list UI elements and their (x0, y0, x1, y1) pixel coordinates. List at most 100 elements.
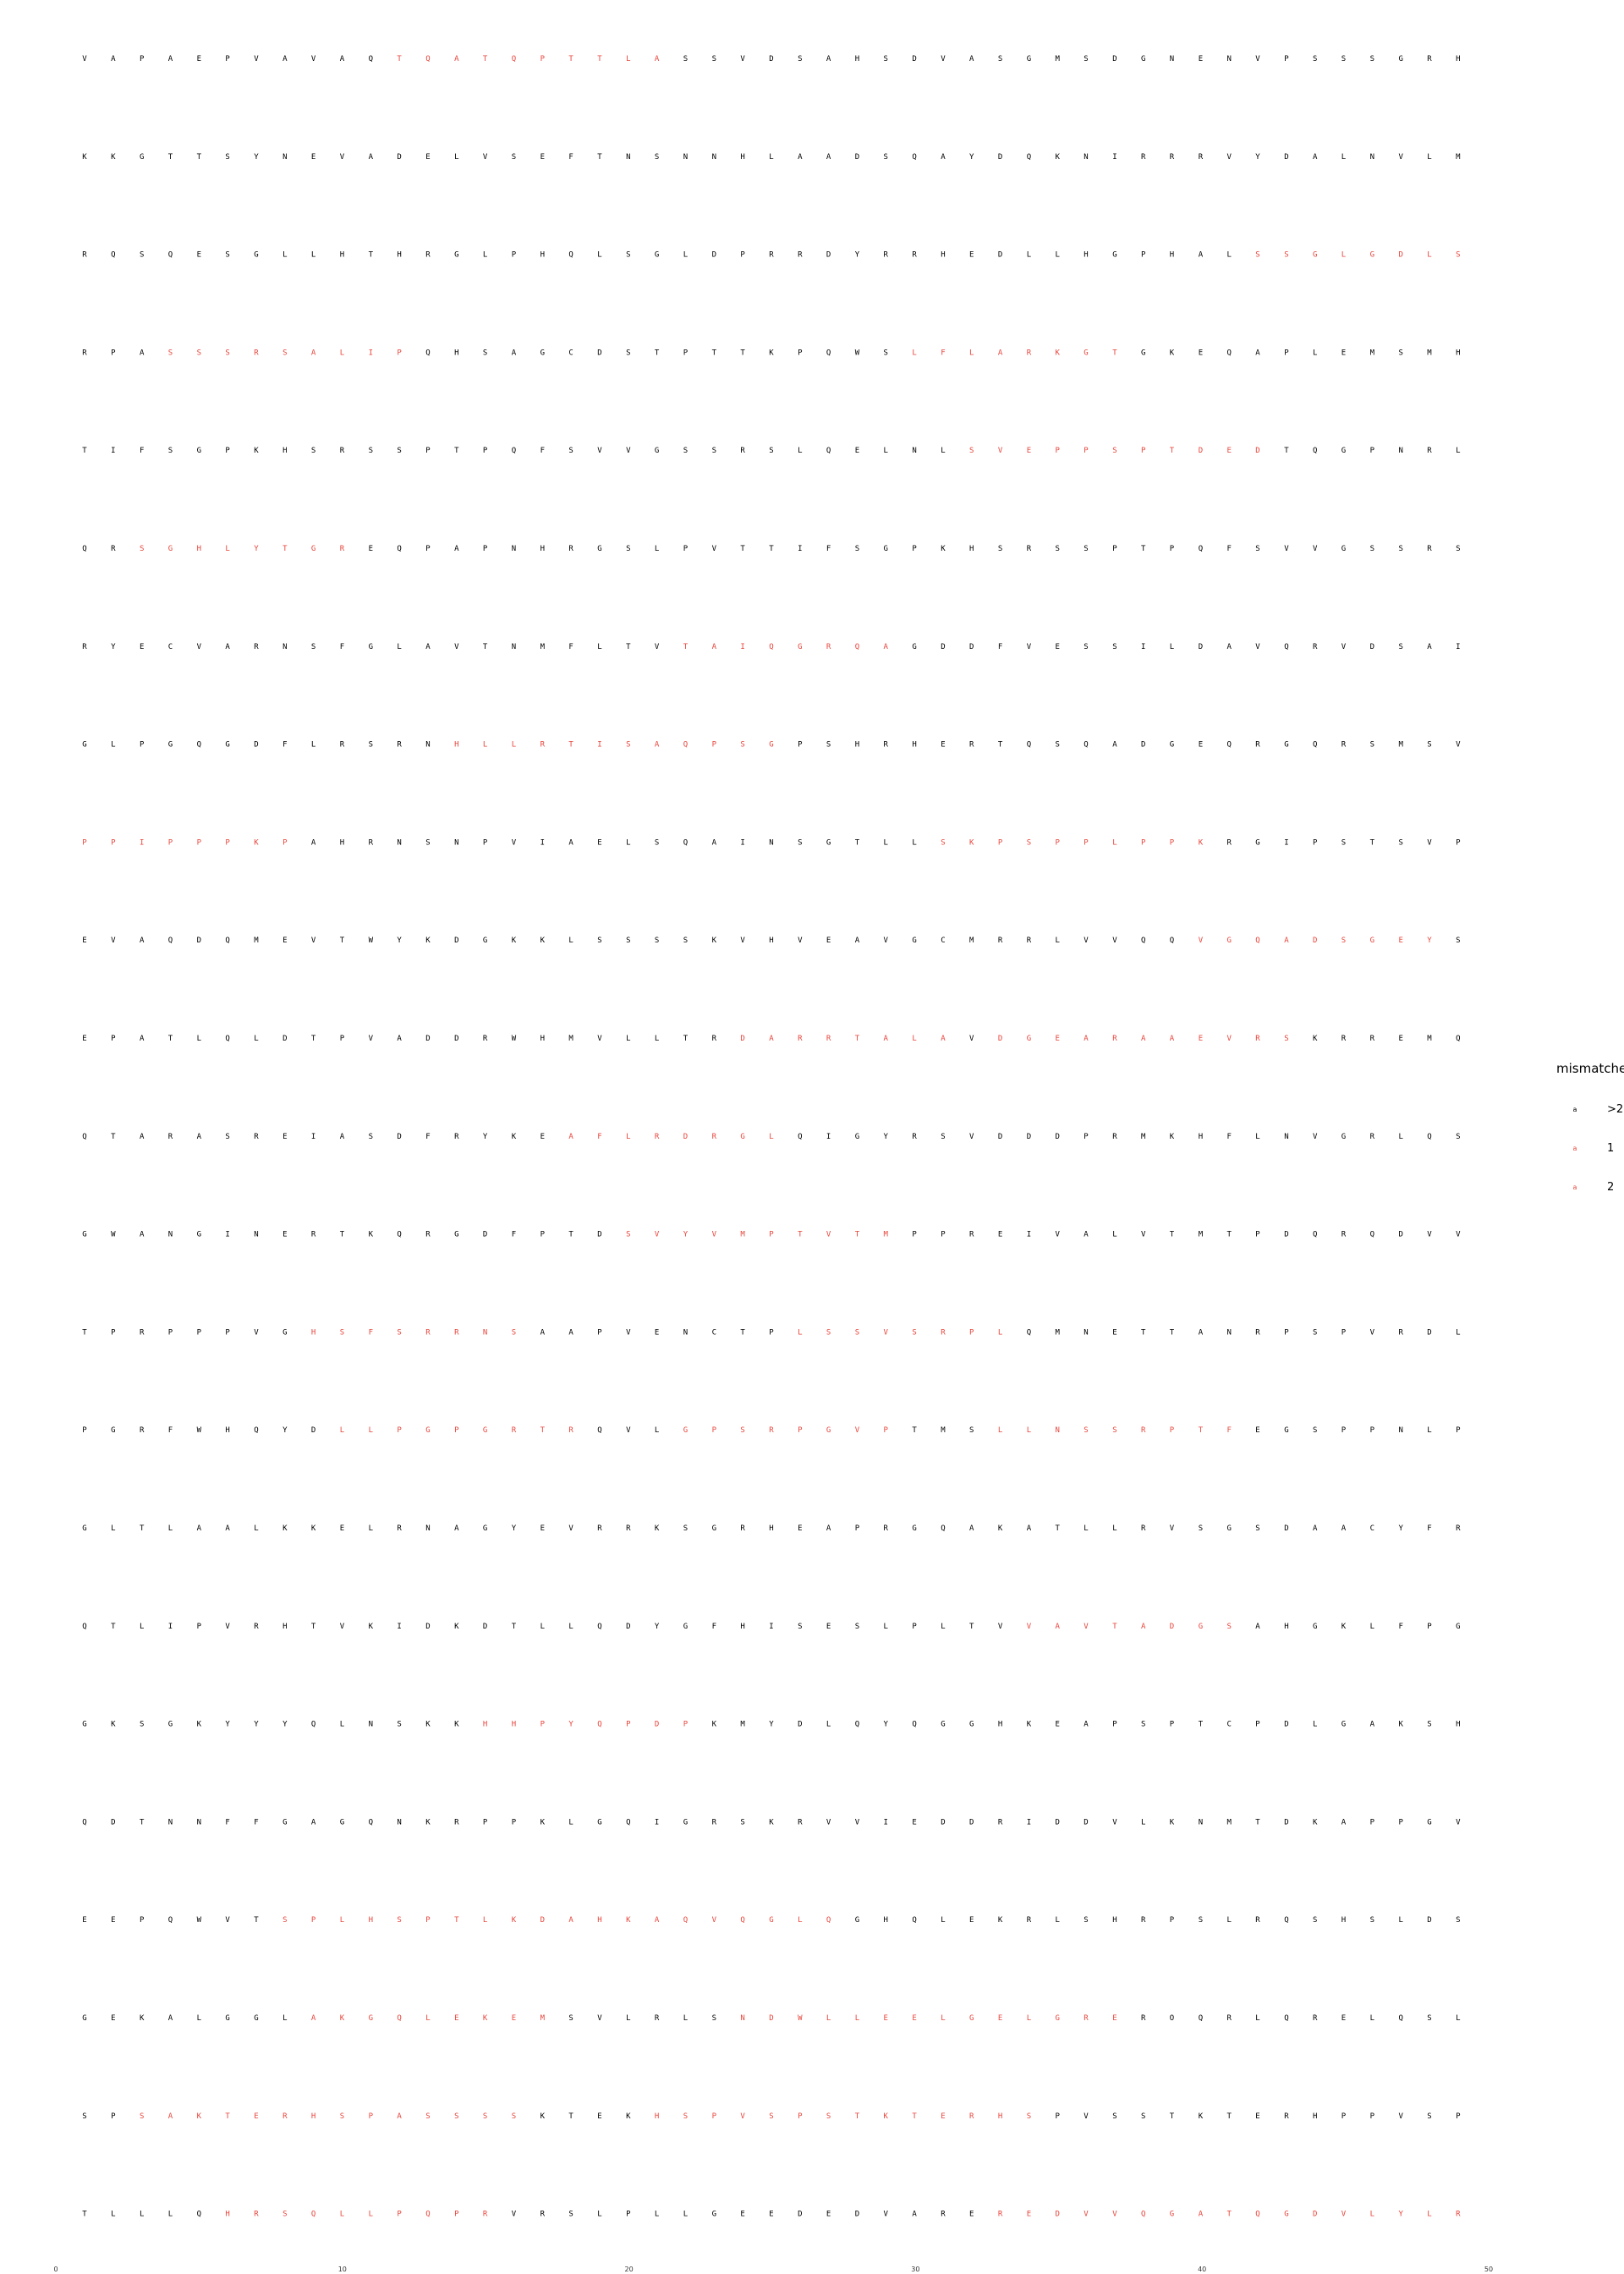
residue-letter: Q (82, 1818, 86, 1826)
residue-letter: S (1313, 1916, 1317, 1925)
residue-letter: R (912, 251, 917, 260)
residue-letter: P (1370, 1426, 1375, 1435)
residue-letter: P (1370, 447, 1375, 455)
residue-letter: A (1112, 741, 1117, 750)
residue-letter: Q (82, 1133, 86, 1141)
residue-letter: R (1341, 741, 1347, 750)
residue-letter: H (912, 741, 916, 750)
residue-letter: P (540, 1231, 546, 1239)
residue-letter: H (1112, 1916, 1116, 1925)
residue-letter: G (912, 937, 916, 945)
residue-letter: K (941, 545, 946, 553)
residue-letter: G (1170, 2211, 1174, 2219)
residue-letter: L (1398, 1916, 1402, 1925)
residue-letter: A (1313, 153, 1318, 162)
residue-letter: F (168, 1426, 173, 1435)
residue-letter: G (855, 1133, 859, 1141)
residue-letter: P (912, 1623, 917, 1631)
residue-letter: Y (769, 1721, 774, 1729)
residue-letter: Q (1199, 2014, 1203, 2023)
residue-letter: D (941, 643, 945, 651)
residue-letter: T (855, 1231, 860, 1239)
residue-letter: E (1055, 643, 1059, 651)
residue-letter: D (769, 2014, 773, 2023)
legend-symbol: a (1573, 1145, 1577, 1152)
x-tick-label: 20 (625, 2266, 634, 2273)
residue-letter: Q (1141, 937, 1145, 945)
sequence-row: QTARASREIASDFRYKEAFLRDRGLQIGYRSVDDDPRMKH… (82, 1133, 1460, 1141)
residue-letter: N (1055, 1426, 1059, 1435)
residue-letter: E (254, 2112, 258, 2121)
residue-letter: R (1370, 1133, 1375, 1141)
residue-letter: G (712, 1524, 716, 1533)
residue-letter: L (941, 1623, 945, 1631)
residue-letter: Y (1427, 937, 1432, 945)
residue-letter: Q (82, 545, 86, 553)
residue-letter: Q (683, 1916, 688, 1925)
residue-letter: K (283, 1524, 288, 1533)
residue-letter: L (254, 1524, 258, 1533)
residue-letter: S (1055, 741, 1059, 750)
residue-letter: A (111, 55, 116, 63)
residue-letter: A (1055, 1623, 1060, 1631)
residue-letter: R (340, 741, 345, 750)
residue-letter: R (254, 1623, 259, 1631)
residue-letter: S (1398, 349, 1402, 357)
residue-letter: V (1427, 838, 1432, 847)
residue-letter: R (1170, 153, 1175, 162)
residue-letter: W (855, 349, 860, 357)
residue-letter: T (168, 1035, 173, 1043)
residue-letter: A (998, 349, 1003, 357)
residue-letter: S (798, 1623, 802, 1631)
residue-letter: D (912, 55, 916, 63)
residue-letter: I (655, 1818, 659, 1826)
residue-letter: G (197, 447, 201, 455)
residue-letter: N (483, 1328, 487, 1337)
residue-letter: S (769, 2112, 773, 2121)
residue-letter: P (425, 545, 431, 553)
residue-letter: E (340, 1524, 344, 1533)
residue-letter: G (969, 2014, 974, 2023)
residue-letter: P (140, 1916, 145, 1925)
residue-letter: L (483, 741, 487, 750)
residue-letter: P (1170, 1721, 1175, 1729)
residue-letter: H (855, 55, 859, 63)
residue-letter: H (311, 1328, 315, 1337)
residue-letter: S (311, 643, 315, 651)
residue-letter: V (1313, 545, 1318, 553)
residue-letter: T (683, 643, 689, 651)
legend-label: 2 (1607, 1181, 1614, 1194)
residue-letter: N (397, 838, 401, 847)
residue-letter: E (826, 937, 831, 945)
residue-letter: L (1427, 153, 1431, 162)
residue-letter: L (1055, 251, 1059, 260)
residue-letter: V (740, 937, 745, 945)
residue-letter: G (597, 1818, 601, 1826)
residue-letter: T (568, 55, 573, 63)
residue-letter: R (454, 1818, 459, 1826)
residue-letter: R (454, 1133, 459, 1141)
residue-letter: E (454, 2014, 458, 2023)
residue-letter: N (1398, 447, 1402, 455)
residue-letter: H (311, 2112, 315, 2121)
residue-letter: L (140, 2211, 144, 2219)
residue-letter: S (1141, 1721, 1145, 1729)
residue-letter: L (1341, 153, 1346, 162)
residue-letter: K (1170, 1818, 1175, 1826)
residue-letter: M (540, 2014, 546, 2023)
residue-letter: E (111, 2014, 115, 2023)
residue-letter: R (941, 2211, 946, 2219)
residue-letter: R (1084, 2014, 1089, 2023)
residue-letter: N (769, 838, 773, 847)
residue-letter: E (826, 2211, 831, 2219)
residue-letter: Y (512, 1524, 517, 1533)
residue-letter: A (168, 2014, 173, 2023)
residue-letter: L (626, 55, 630, 63)
residue-letter: N (1084, 1328, 1088, 1337)
residue-letter: A (1370, 1721, 1375, 1729)
residue-letter: R (1226, 2014, 1232, 2023)
residue-letter: E (1255, 1426, 1259, 1435)
residue-letter: Q (683, 838, 688, 847)
residue-letter: S (283, 2211, 287, 2219)
residue-letter: A (1170, 1035, 1175, 1043)
